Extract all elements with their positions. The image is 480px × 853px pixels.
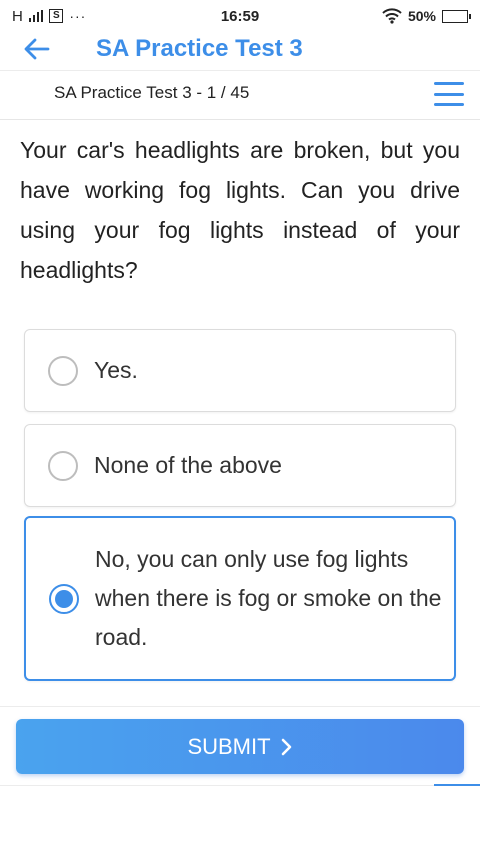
sub-header: SA Practice Test 3 - 1 / 45 (0, 70, 480, 120)
arrow-left-icon (24, 38, 50, 60)
submit-label: SUBMIT (187, 733, 271, 759)
battery-percent: 50% (407, 8, 436, 24)
hamburger-menu-icon[interactable] (434, 79, 464, 109)
question-progress: SA Practice Test 3 - 1 / 45 (54, 83, 250, 102)
chevron-right-icon (281, 738, 291, 755)
bottom-accent-line (434, 784, 480, 786)
battery-icon (442, 9, 471, 23)
answer-option[interactable]: None of the above (24, 424, 456, 507)
radio-dot (55, 589, 73, 608)
status-bar: H S ··· 16:59 50% (0, 0, 480, 32)
answer-option-label: No, you can only use fog lights when the… (95, 546, 442, 650)
more-notifications-icon: ··· (69, 8, 87, 24)
network-type: H (12, 7, 24, 25)
answer-option-label: Yes. (94, 357, 138, 383)
answer-option[interactable]: Yes. (24, 329, 456, 412)
radio-button-checked-icon[interactable] (49, 583, 79, 614)
answer-option-label: None of the above (94, 452, 282, 478)
signal-icon (29, 10, 44, 22)
answer-option-selected[interactable]: No, you can only use fog lights when the… (24, 516, 456, 681)
question-text: Your car's headlights are broken, but yo… (20, 137, 460, 283)
status-left: H S ··· (12, 8, 192, 25)
sim-icon: S (49, 9, 64, 23)
radio-button-icon[interactable] (48, 355, 78, 386)
wifi-icon (382, 8, 402, 24)
bottom-bar: SUBMIT (0, 706, 480, 786)
status-right: 50% (382, 8, 471, 24)
app-bar: SA Practice Test 3 (0, 32, 480, 70)
radio-button-icon[interactable] (48, 450, 78, 481)
submit-button[interactable]: SUBMIT (16, 719, 464, 774)
page-title: SA Practice Test 3 (96, 35, 303, 62)
back-button[interactable] (22, 34, 52, 64)
